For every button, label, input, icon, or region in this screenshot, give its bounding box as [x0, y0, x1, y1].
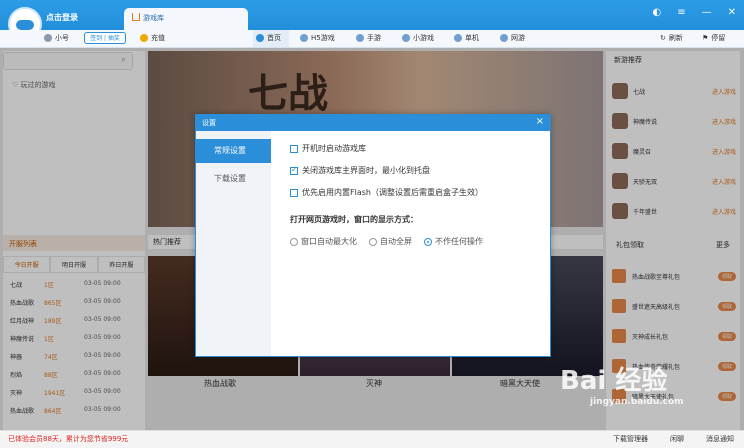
radio-label: 窗口自动最大化 — [301, 237, 357, 246]
option-builtin-flash[interactable]: 优先启用内置Flash（调整设置后需重启盒子生效） — [290, 187, 483, 198]
radio-dot[interactable] — [369, 237, 377, 246]
nav-single[interactable]: 单机 — [454, 33, 479, 43]
pin-icon: ⚑ — [702, 34, 709, 42]
nav-h5[interactable]: H5游戏 — [300, 33, 335, 43]
status-bar: 已体验会员88天，累计为您节省999元 下载管理器 闲聊 消息通知 — [0, 430, 744, 448]
login-link[interactable]: 点击登录 — [46, 12, 78, 23]
autostart-checkbox[interactable] — [290, 144, 298, 153]
home-nav-icon — [256, 34, 264, 42]
radio-maximize[interactable]: 窗口自动最大化 — [290, 236, 357, 247]
nav-mobile[interactable]: 手游 — [356, 33, 381, 43]
window-mode-heading: 打开网页游戏时，窗口的显示方式： — [290, 215, 418, 224]
nav-home-label: 首页 — [267, 34, 281, 42]
disc-icon — [454, 34, 462, 42]
skin-icon[interactable]: ◐ — [652, 7, 661, 18]
nav-online-label: 网游 — [511, 34, 525, 42]
option-autostart[interactable]: 开机时启动游戏库 — [290, 143, 366, 154]
recharge-label: 充值 — [151, 34, 165, 42]
nav-mini[interactable]: 小游戏 — [402, 33, 434, 43]
phone-icon — [356, 34, 364, 42]
home-icon — [132, 13, 140, 21]
radio-fullscreen[interactable]: 自动全屏 — [369, 236, 412, 247]
member-notice[interactable]: 已体验会员88天，累计为您节省999元 — [8, 434, 128, 444]
coin-icon — [140, 34, 148, 42]
user-button[interactable]: 小号 — [44, 33, 69, 43]
radio-label: 不作任何操作 — [435, 237, 483, 246]
toolbar: 小号 签到 | 抽奖 充值 首页 H5游戏 手游 小游戏 单机 网游 ↻ 刷新 … — [0, 30, 744, 48]
radio-dot[interactable] — [290, 237, 298, 246]
builtin-flash-checkbox[interactable] — [290, 188, 298, 197]
chat-button[interactable]: 闲聊 — [670, 434, 684, 444]
dialog-sidebar: 常规设置 下载设置 — [196, 131, 271, 356]
option-minimize-tray[interactable]: 关闭游戏库主界面时，最小化到托盘 — [290, 165, 430, 176]
refresh-button[interactable]: ↻ 刷新 — [660, 33, 683, 43]
close-icon[interactable]: × — [536, 116, 544, 127]
watermark: Bai 经验 jingyan.baidu.com — [560, 360, 684, 407]
nav-h5-label: H5游戏 — [311, 34, 335, 42]
tab-game-library[interactable]: 游戏库 — [124, 8, 248, 30]
close-button[interactable]: ✕ — [728, 7, 736, 18]
radio-dot[interactable] — [424, 237, 432, 246]
user-icon — [44, 34, 52, 42]
nav-mobile-label: 手游 — [367, 34, 381, 42]
settings-dialog: 设置 × 常规设置 下载设置 开机时启动游戏库 关闭游戏库主界面时，最小化到托盘… — [195, 114, 551, 357]
dialog-title: 设置 — [202, 119, 216, 127]
tab-label: 游戏库 — [143, 14, 164, 22]
tab-general-settings[interactable]: 常规设置 — [196, 139, 271, 163]
minimize-tray-label: 关闭游戏库主界面时，最小化到托盘 — [302, 166, 430, 175]
pin-label: 停留 — [711, 34, 726, 42]
download-manager-button[interactable]: 下载管理器 — [613, 434, 648, 444]
nav-home[interactable]: 首页 — [256, 33, 281, 43]
watermark-brand: Bai 经验 — [560, 366, 668, 396]
watermark-url: jingyan.baidu.com — [590, 397, 684, 407]
recharge-button[interactable]: 充值 — [140, 33, 165, 43]
gamepad-icon — [402, 34, 410, 42]
pin-button[interactable]: ⚑ 停留 — [702, 33, 725, 43]
minimize-tray-checkbox[interactable] — [290, 165, 298, 175]
globe-icon — [500, 34, 508, 42]
sign-in-button[interactable]: 签到 | 抽奖 — [84, 32, 126, 44]
status-actions: 下载管理器 闲聊 消息通知 — [613, 434, 734, 444]
nav-single-label: 单机 — [465, 34, 479, 42]
refresh-label: 刷新 — [668, 34, 683, 42]
builtin-flash-label: 优先启用内置Flash（调整设置后需重启盒子生效） — [302, 188, 483, 197]
user-label: 小号 — [55, 34, 69, 42]
window-mode-radios: 窗口自动最大化 自动全屏 不作任何操作 — [290, 236, 483, 247]
tab-download-settings[interactable]: 下载设置 — [196, 167, 271, 191]
notification-button[interactable]: 消息通知 — [706, 434, 734, 444]
minimize-button[interactable]: — — [702, 7, 712, 18]
h5-icon — [300, 34, 308, 42]
window-controls: ◐ ≡ — ✕ — [652, 7, 736, 18]
radio-no-action[interactable]: 不作任何操作 — [424, 236, 483, 247]
nav-online[interactable]: 网游 — [500, 33, 525, 43]
autostart-label: 开机时启动游戏库 — [302, 144, 366, 153]
menu-icon[interactable]: ≡ — [677, 7, 685, 18]
nav-mini-label: 小游戏 — [413, 34, 434, 42]
refresh-icon: ↻ — [660, 34, 666, 42]
dialog-title-bar: 设置 × — [196, 115, 550, 131]
radio-label: 自动全屏 — [380, 237, 412, 246]
